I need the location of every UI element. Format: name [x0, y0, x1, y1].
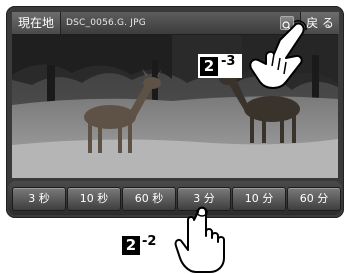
step-suffix-top: -3 [221, 54, 236, 69]
pointing-hand-icon [249, 20, 307, 89]
interval-60s-button[interactable]: 60 秒 [122, 187, 176, 211]
interval-60m-button[interactable]: 60 分 [287, 187, 341, 211]
interval-10s-button[interactable]: 10 秒 [67, 187, 121, 211]
current-location-button[interactable]: 現在地 [12, 12, 61, 34]
step-number-top: 2 [200, 57, 218, 76]
interval-3s-button[interactable]: 3 秒 [12, 187, 66, 211]
photo-filename: DSC_0056.G. JPG [66, 18, 146, 28]
interval-10m-button[interactable]: 10 分 [232, 187, 286, 211]
step-suffix-bottom: -2 [142, 234, 157, 249]
step-number-bottom: 2 [122, 236, 140, 255]
pointing-hand-icon-bottom [174, 206, 225, 273]
